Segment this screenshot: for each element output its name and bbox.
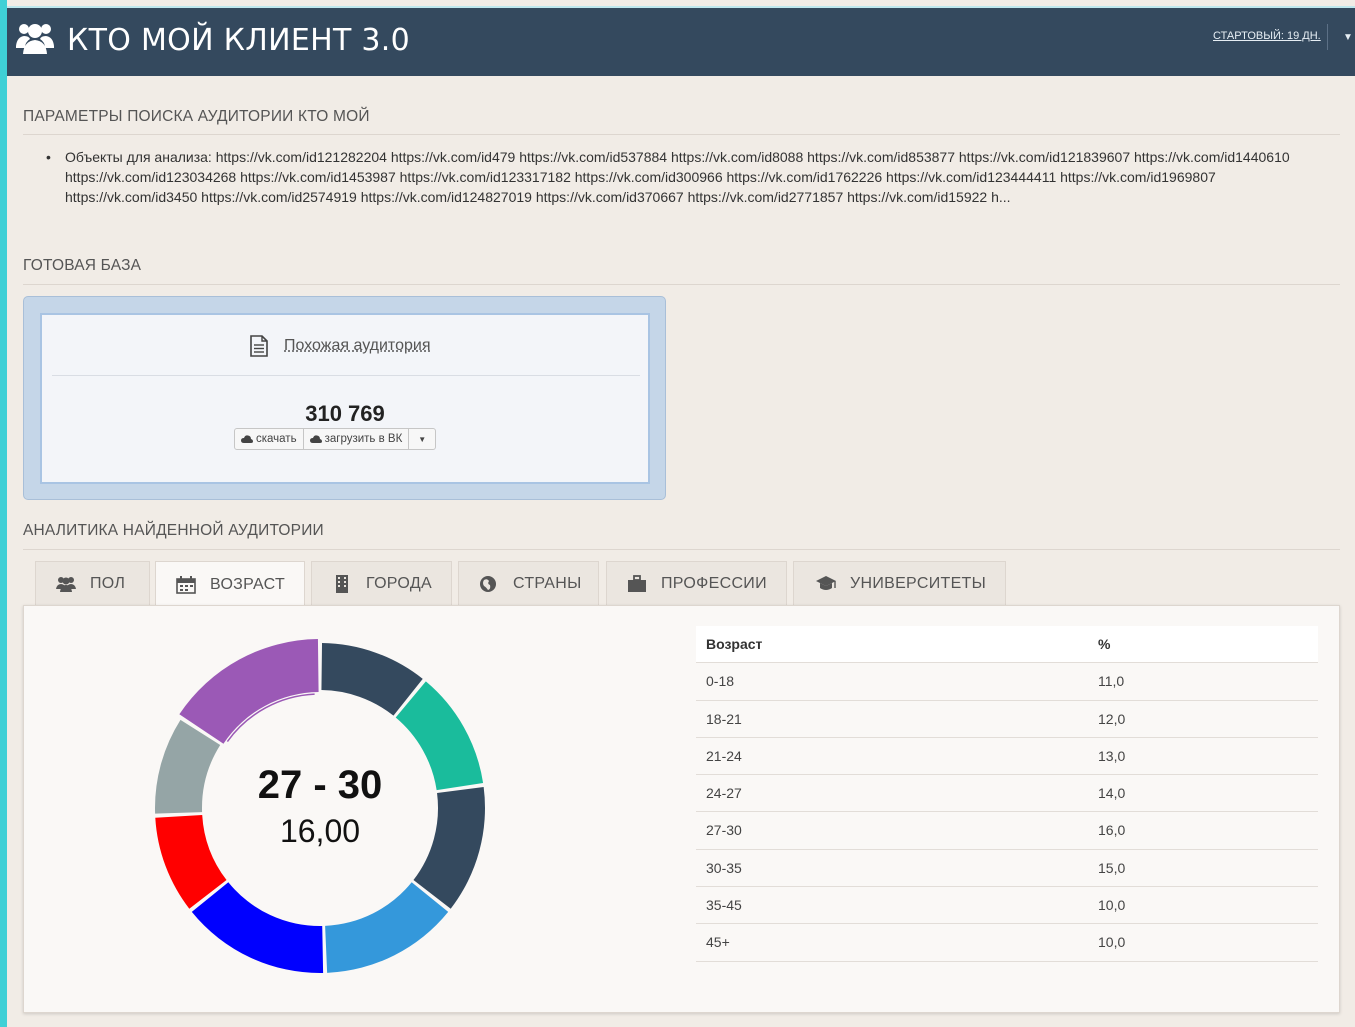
plan-status-link[interactable]: СТАРТОВЫЙ: 19 ДН. (1213, 30, 1321, 42)
age-table: Возраст % 0-18 11,0 18-21 12,0 21-24 13,0 2… (696, 626, 1318, 962)
percent-cell: 14,0 (1098, 785, 1126, 802)
export-dropdown-toggle[interactable]: ▼ (409, 429, 435, 449)
donut-segment-30-35[interactable] (191, 882, 324, 973)
tab-label: ПРОФЕССИИ (661, 575, 767, 592)
age-cell: 18-21 (706, 710, 742, 727)
app-title: КТО МОЙ КЛИЕНТ 3.0 (67, 23, 411, 58)
divider (23, 284, 1340, 285)
params-section-title: ПАРАМЕТРЫ ПОИСКА АУДИТОРИИ КТО МОЙ (23, 108, 370, 125)
percent-cell: 11,0 (1098, 673, 1125, 690)
document-icon (250, 335, 268, 357)
tab-gender[interactable]: ПОЛ (35, 561, 150, 606)
age-cell: 35-45 (706, 897, 742, 914)
export-button-group: скачать загрузить в ВК ▼ (234, 428, 437, 450)
tab-cities[interactable]: ГОРОДА (311, 561, 452, 606)
cloud-upload-icon (309, 434, 322, 443)
age-cell: 30-35 (706, 859, 742, 876)
download-label: скачать (256, 433, 297, 445)
tab-universities[interactable]: УНИВЕРСИТЕТЫ (793, 561, 1006, 606)
ready-base-title: ГОТОВАЯ БАЗА (23, 257, 142, 274)
table-header-row: Возраст % (696, 626, 1318, 664)
percent-cell: 12,0 (1098, 710, 1126, 727)
objects-for-analysis: Объекты для анализа: https://vk.com/id12… (65, 149, 1290, 205)
table-row: 0-18 11,0 (696, 663, 1318, 701)
chevron-down-icon[interactable]: ▼ (1343, 32, 1353, 43)
age-cell: 0-18 (706, 673, 735, 690)
table-row: 30-35 15,0 (696, 850, 1318, 888)
table-row: 27-30 16,0 (696, 812, 1318, 850)
table-row: 45+ 10,0 (696, 924, 1318, 962)
tab-label: ВОЗРАСТ (210, 575, 286, 593)
age-tab-panel: 27 - 30 16,00 Возраст % 0-18 11,0 18-21 12… (23, 605, 1340, 1013)
users-icon (16, 24, 54, 54)
table-row: 18-21 12,0 (696, 701, 1318, 738)
upload-vk-label: загрузить в ВК (324, 433, 403, 445)
divider (23, 549, 1340, 550)
age-cell: 27-30 (706, 822, 742, 839)
age-cell: 45+ (706, 934, 730, 951)
cloud-download-icon (241, 434, 253, 443)
tab-label: УНИВЕРСИТЕТЫ (850, 575, 987, 592)
tab-age[interactable]: ВОЗРАСТ (155, 561, 305, 607)
percent-cell: 10,0 (1098, 934, 1126, 951)
table-row: 35-45 10,0 (696, 887, 1318, 925)
ready-base-card: Похожая аудитория 310 769 скачать загруз… (23, 296, 666, 500)
calendar-icon (176, 575, 196, 594)
navbar-divider (1327, 24, 1328, 50)
divider (52, 375, 640, 376)
caret-down-icon: ▼ (418, 434, 427, 444)
users-icon (56, 577, 76, 592)
percent-cell: 15,0 (1098, 859, 1126, 876)
percent-cell: 16,0 (1098, 822, 1126, 839)
tab-label: СТРАНЫ (513, 575, 582, 592)
column-header-age: Возраст (706, 636, 763, 652)
tab-professions[interactable]: ПРОФЕССИИ (606, 561, 787, 606)
bullet-icon: • (46, 149, 51, 165)
percent-cell: 10,0 (1098, 897, 1126, 914)
audience-count: 310 769 (305, 401, 385, 426)
globe-icon (480, 576, 496, 592)
table-row: 24-27 14,0 (696, 775, 1318, 813)
analytics-section-title: АНАЛИТИКА НАЙДЕННОЙ АУДИТОРИИ (23, 522, 324, 539)
tab-countries[interactable]: СТРАНЫ (458, 561, 599, 606)
column-header-percent: % (1098, 636, 1111, 652)
donut-segment-27-30[interactable] (179, 639, 319, 744)
briefcase-icon (628, 575, 646, 592)
graduation-cap-icon (816, 576, 836, 590)
top-navbar: КТО МОЙ КЛИЕНТ 3.0 СТАРТОВЫЙ: 19 ДН. ▼ (7, 6, 1355, 76)
chart-center-value: 16,00 (279, 813, 361, 849)
audience-card: Похожая аудитория 310 769 скачать загруз… (40, 313, 650, 484)
percent-cell: 13,0 (1098, 747, 1126, 764)
similar-audience-link[interactable]: Похожая аудитория (284, 337, 430, 355)
donut-segment-24-27[interactable] (325, 882, 449, 973)
tab-label: ПОЛ (90, 575, 126, 592)
tab-label: ГОРОДА (366, 575, 432, 592)
age-cell: 24-27 (706, 785, 742, 802)
age-cell: 21-24 (706, 747, 742, 764)
chart-center-range: 27 - 30 (257, 763, 383, 807)
params-list: • Объекты для анализа: https://vk.com/id… (46, 147, 1336, 207)
divider (23, 134, 1340, 135)
window-edge (0, 0, 7, 1027)
download-button[interactable]: скачать (235, 429, 304, 449)
building-icon (336, 575, 348, 593)
upload-vk-button[interactable]: загрузить в ВК (304, 429, 410, 449)
table-row: 21-24 13,0 (696, 738, 1318, 776)
